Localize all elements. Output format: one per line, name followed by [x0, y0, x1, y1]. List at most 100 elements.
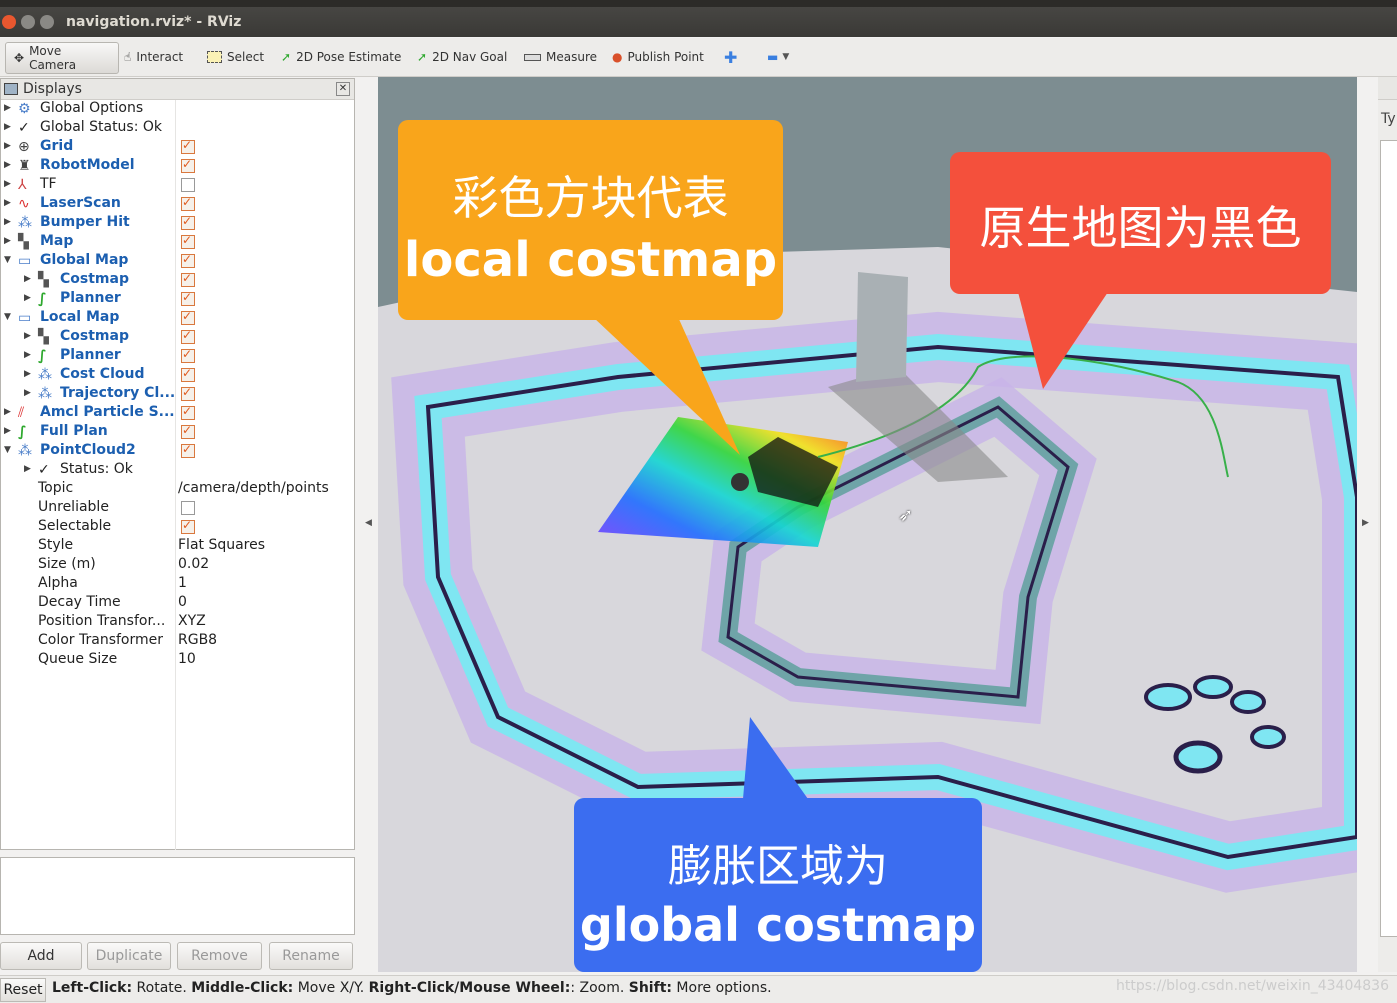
- collapse-arrow-icon[interactable]: ▼: [4, 255, 11, 265]
- tree-item-full-plan[interactable]: ▶ ∫ Full Plan: [1, 423, 354, 442]
- chevron-down-icon: ▼: [782, 52, 790, 62]
- property-topic[interactable]: Topic /camera/depth/points: [1, 480, 354, 499]
- expand-arrow-icon[interactable]: ▶: [4, 160, 11, 170]
- laserscan-checkbox[interactable]: [181, 195, 195, 211]
- map-checkbox[interactable]: [181, 233, 195, 249]
- full-plan-checkbox[interactable]: [181, 423, 195, 439]
- path-icon: ∫: [18, 424, 27, 440]
- add-tool-button[interactable]: ✚: [724, 42, 737, 72]
- map-pin-icon: ●: [612, 50, 623, 64]
- local-map-checkbox[interactable]: [181, 309, 195, 325]
- expand-arrow-icon[interactable]: ▶: [24, 293, 31, 303]
- property-style[interactable]: Style Flat Squares: [1, 537, 354, 556]
- collapse-arrow-icon[interactable]: ▼: [4, 312, 11, 322]
- expand-arrow-icon[interactable]: ▶: [24, 388, 31, 398]
- property-selectable[interactable]: Selectable: [1, 518, 354, 537]
- local-planner-checkbox[interactable]: [181, 347, 195, 363]
- measure-button[interactable]: Measure: [524, 42, 597, 72]
- cost-cloud-checkbox[interactable]: [181, 366, 195, 382]
- property-unreliable[interactable]: Unreliable: [1, 499, 354, 518]
- tree-item-global-map[interactable]: ▼ ▭ Global Map: [1, 252, 354, 271]
- close-icon[interactable]: ✕: [336, 82, 350, 96]
- publish-point-button[interactable]: ● Publish Point: [612, 42, 704, 72]
- expand-arrow-icon[interactable]: ▶: [4, 179, 11, 189]
- tree-item-tf[interactable]: ▶ ⅄ TF: [1, 176, 354, 195]
- reset-button[interactable]: Reset: [0, 978, 46, 1002]
- add-button[interactable]: Add: [0, 942, 82, 970]
- global-map-checkbox[interactable]: [181, 252, 195, 268]
- remove-tool-button[interactable]: ▬ ▼: [767, 42, 789, 72]
- window-close-button[interactable]: [2, 15, 16, 29]
- tree-item-cost-cloud[interactable]: ▶ ⁂ Cost Cloud: [1, 366, 354, 385]
- global-costmap-checkbox[interactable]: [181, 271, 195, 287]
- move-camera-button[interactable]: ✥ Move Camera: [5, 42, 119, 74]
- collapse-right-arrow-icon[interactable]: ▶: [1362, 518, 1369, 528]
- tree-item-local-map[interactable]: ▼ ▭ Local Map: [1, 309, 354, 328]
- 2d-nav-goal-button[interactable]: ➚ 2D Nav Goal: [417, 42, 507, 72]
- tree-item-local-costmap[interactable]: ▶ ▚ Costmap: [1, 328, 354, 347]
- bumper-hit-checkbox[interactable]: [181, 214, 195, 230]
- trajectory-cloud-checkbox[interactable]: [181, 385, 195, 401]
- tree-item-global-options[interactable]: ▶ ⚙ Global Options: [1, 100, 354, 119]
- right-panel-tree[interactable]: [1380, 140, 1397, 937]
- tree-item-global-planner[interactable]: ▶ ∫ Planner: [1, 290, 354, 309]
- global-planner-checkbox[interactable]: [181, 290, 195, 306]
- hand-icon: ☝: [124, 50, 132, 64]
- expand-arrow-icon[interactable]: ▶: [4, 217, 11, 227]
- expand-arrow-icon[interactable]: ▶: [24, 369, 31, 379]
- tree-item-global-costmap[interactable]: ▶ ▚ Costmap: [1, 271, 354, 290]
- selectable-checkbox[interactable]: [181, 518, 195, 534]
- expand-arrow-icon[interactable]: ▶: [4, 198, 11, 208]
- tf-checkbox[interactable]: [181, 178, 195, 192]
- tree-item-robotmodel[interactable]: ▶ ♜ RobotModel: [1, 157, 354, 176]
- window-minimize-button[interactable]: [21, 15, 35, 29]
- collapse-arrow-icon[interactable]: ▼: [4, 445, 11, 455]
- collapse-left-arrow-icon[interactable]: ◀: [365, 518, 372, 528]
- expand-arrow-icon[interactable]: ▶: [4, 122, 11, 132]
- expand-arrow-icon[interactable]: ▶: [4, 426, 11, 436]
- property-queue-size[interactable]: Queue Size 10: [1, 651, 354, 670]
- property-decay-time[interactable]: Decay Time 0: [1, 594, 354, 613]
- robotmodel-checkbox[interactable]: [181, 157, 195, 173]
- select-box-icon: [207, 51, 222, 63]
- unreliable-checkbox[interactable]: [181, 501, 195, 515]
- property-alpha[interactable]: Alpha 1: [1, 575, 354, 594]
- tree-item-trajectory-cloud[interactable]: ▶ ⁂ Trajectory Cl...: [1, 385, 354, 404]
- property-position-transformer[interactable]: Position Transfor... XYZ: [1, 613, 354, 632]
- minus-icon: ▬: [767, 50, 779, 64]
- expand-arrow-icon[interactable]: ▶: [24, 350, 31, 360]
- property-size[interactable]: Size (m) 0.02: [1, 556, 354, 575]
- expand-arrow-icon[interactable]: ▶: [24, 274, 31, 284]
- tree-item-grid[interactable]: ▶ ⊕ Grid: [1, 138, 354, 157]
- local-costmap-checkbox[interactable]: [181, 328, 195, 344]
- tree-item-local-planner[interactable]: ▶ ∫ Planner: [1, 347, 354, 366]
- move-camera-icon: ✥: [14, 51, 25, 65]
- amcl-particles-checkbox[interactable]: [181, 404, 195, 420]
- 2d-pose-estimate-button[interactable]: ➚ 2D Pose Estimate: [281, 42, 401, 72]
- 3d-viewport[interactable]: 彩色方块代表 local costmap 原生地图为黑色 膨胀区域为 globa…: [378, 77, 1357, 972]
- title-bar: navigation.rviz* - RViz: [0, 0, 1397, 37]
- tree-item-pointcloud2[interactable]: ▼ ⁂ PointCloud2: [1, 442, 354, 461]
- rename-button[interactable]: Rename: [269, 942, 353, 970]
- tree-item-status-ok[interactable]: ▶ ✓ Status: Ok: [1, 461, 354, 480]
- expand-arrow-icon[interactable]: ▶: [24, 464, 31, 474]
- tree-item-laserscan[interactable]: ▶ ∿ LaserScan: [1, 195, 354, 214]
- grid-checkbox[interactable]: [181, 138, 195, 154]
- tree-item-global-status[interactable]: ▶ ✓ Global Status: Ok: [1, 119, 354, 138]
- remove-button[interactable]: Remove: [177, 942, 262, 970]
- duplicate-button[interactable]: Duplicate: [87, 942, 171, 970]
- tree-item-amcl-particles[interactable]: ▶ ⫽ Amcl Particle S...: [1, 404, 354, 423]
- expand-arrow-icon[interactable]: ▶: [4, 236, 11, 246]
- expand-arrow-icon[interactable]: ▶: [24, 331, 31, 341]
- checkmark-icon: ✓: [38, 462, 50, 478]
- expand-arrow-icon[interactable]: ▶: [4, 407, 11, 417]
- select-button[interactable]: Select: [207, 42, 264, 72]
- pointcloud2-checkbox[interactable]: [181, 442, 195, 458]
- interact-button[interactable]: ☝ Interact: [124, 42, 183, 72]
- tree-item-map[interactable]: ▶ ▚ Map: [1, 233, 354, 252]
- expand-arrow-icon[interactable]: ▶: [4, 103, 11, 113]
- window-maximize-button[interactable]: [40, 15, 54, 29]
- tree-item-bumper-hit[interactable]: ▶ ⁂ Bumper Hit: [1, 214, 354, 233]
- expand-arrow-icon[interactable]: ▶: [4, 141, 11, 151]
- property-color-transformer[interactable]: Color Transformer RGB8: [1, 632, 354, 651]
